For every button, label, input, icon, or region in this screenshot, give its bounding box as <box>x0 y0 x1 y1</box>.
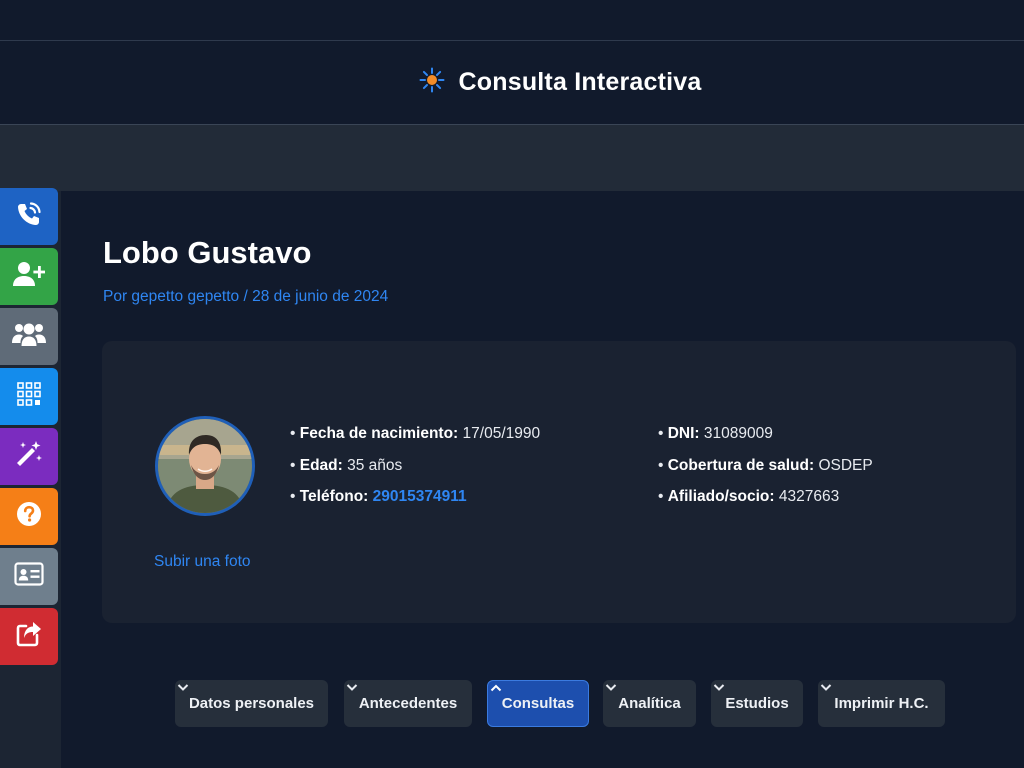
app-header: Consulta Interactiva <box>0 41 1024 125</box>
tab-antecedentes[interactable]: Antecedentes <box>344 680 472 727</box>
chevron-down-icon <box>713 684 725 691</box>
grid-icon <box>16 381 42 412</box>
share-icon <box>15 620 43 653</box>
author-date-byline: Por gepetto gepetto / 28 de junio de 202… <box>103 288 389 305</box>
info-member-number: • Afiliado/socio: 4327663 <box>658 488 840 505</box>
tab-estudios[interactable]: Estudios <box>711 680 803 727</box>
phone-link[interactable]: 29015374911 <box>373 488 467 505</box>
sidebar-item-magic[interactable] <box>0 428 58 485</box>
sidebar <box>0 188 58 668</box>
tab-analitica[interactable]: Analítica <box>603 680 696 727</box>
chevron-down-icon <box>346 684 358 691</box>
sidebar-item-phone[interactable] <box>0 188 58 245</box>
add-user-icon <box>13 260 46 293</box>
chevron-down-icon <box>605 684 617 691</box>
id-card-icon <box>14 562 44 591</box>
tab-consultas[interactable]: Consultas <box>487 680 589 727</box>
main-content: Lobo Gustavo Por gepetto gepetto / 28 de… <box>61 191 1024 768</box>
sidebar-item-help[interactable] <box>0 488 58 545</box>
help-icon <box>16 501 42 532</box>
sidebar-item-card[interactable] <box>0 548 58 605</box>
patient-info-card: Subir una foto • Fecha de nacimiento: 17… <box>102 341 1016 623</box>
info-dni: • DNI: 31089009 <box>658 425 773 442</box>
tab-imprimir-hc[interactable]: Imprimir H.C. <box>818 680 945 727</box>
sub-toolbar <box>0 125 1024 191</box>
patient-name: Lobo Gustavo <box>103 235 312 270</box>
patient-avatar <box>155 416 255 516</box>
section-tabs: Datos personales Antecedentes Consultas … <box>175 680 945 727</box>
tab-datos-personales[interactable]: Datos personales <box>175 680 328 727</box>
sun-logo-icon <box>419 67 445 98</box>
phone-call-icon <box>15 200 43 233</box>
sidebar-item-patients[interactable] <box>0 308 58 365</box>
header-brand: Consulta Interactiva <box>419 67 702 98</box>
upload-photo-link[interactable]: Subir una foto <box>154 553 251 571</box>
chevron-down-icon <box>177 684 189 691</box>
sidebar-item-share[interactable] <box>0 608 58 665</box>
chevron-down-icon <box>820 684 832 691</box>
info-phone: • Teléfono: 29015374911 <box>290 488 467 505</box>
users-group-icon <box>12 321 46 352</box>
sidebar-item-grid[interactable] <box>0 368 58 425</box>
chevron-up-icon <box>490 684 502 692</box>
patient-info-right: • DNI: 31089009 • Cobertura de salud: OS… <box>658 425 873 520</box>
top-strip <box>0 0 1024 41</box>
info-age: • Edad: 35 años <box>290 456 403 474</box>
info-health-coverage: • Cobertura de salud: OSDEP <box>658 456 873 474</box>
magic-wand-icon <box>14 439 44 474</box>
info-birthdate: • Fecha de nacimiento: 17/05/1990 <box>290 425 541 442</box>
app-title: Consulta Interactiva <box>458 68 702 96</box>
patient-info-left: • Fecha de nacimiento: 17/05/1990 • Edad… <box>290 425 540 520</box>
sidebar-item-add-user[interactable] <box>0 248 58 305</box>
